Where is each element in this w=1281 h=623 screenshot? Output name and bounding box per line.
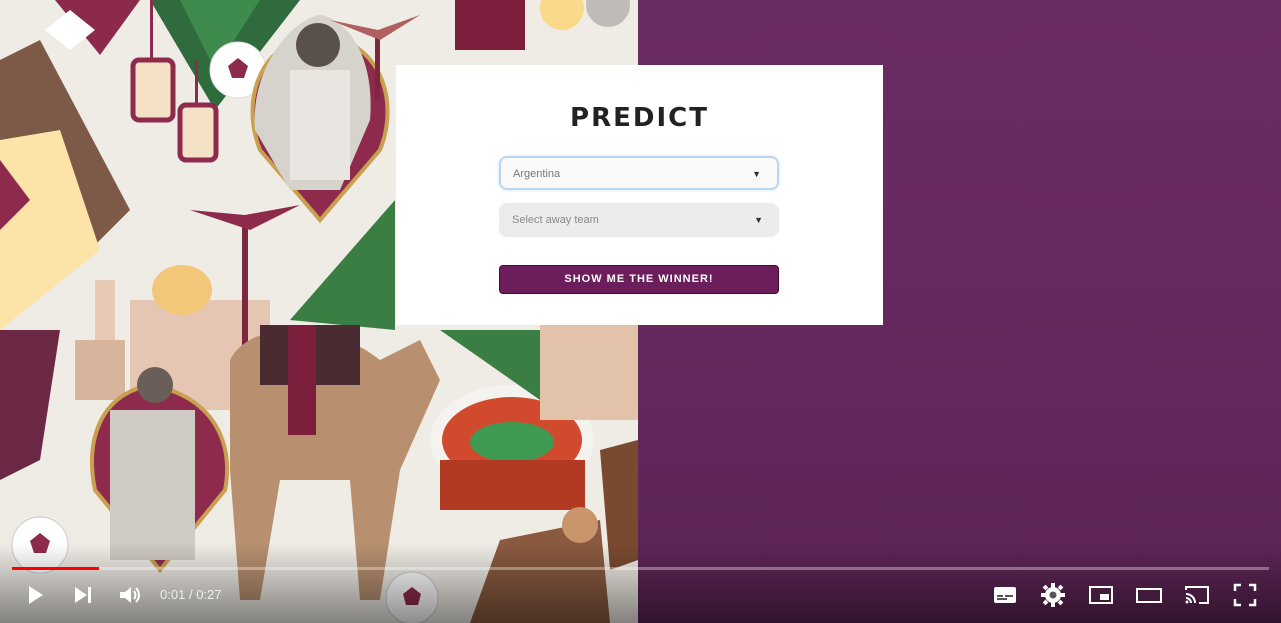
time-separator: / bbox=[188, 587, 193, 602]
show-winner-button[interactable]: SHOW ME THE WINNER! bbox=[499, 265, 779, 294]
home-team-select[interactable]: Argentina ▼ bbox=[499, 156, 779, 190]
current-time: 0:01 bbox=[160, 587, 186, 602]
play-icon[interactable] bbox=[22, 582, 48, 608]
subtitles-icon[interactable] bbox=[992, 582, 1018, 608]
settings-icon[interactable] bbox=[1040, 582, 1066, 608]
next-icon[interactable] bbox=[70, 582, 96, 608]
time-display: 0:01 / 0:27 bbox=[160, 587, 222, 602]
predict-title: PREDICT bbox=[570, 103, 709, 133]
home-team-value: Argentina bbox=[513, 168, 561, 180]
theater-icon[interactable] bbox=[1136, 582, 1162, 608]
miniplayer-icon[interactable] bbox=[1088, 582, 1114, 608]
dropdown-arrow-icon: ▼ bbox=[754, 215, 763, 225]
dropdown-arrow-icon: ▼ bbox=[752, 169, 761, 179]
duration: 0:27 bbox=[196, 587, 222, 602]
cast-icon[interactable] bbox=[1184, 582, 1210, 608]
video-player[interactable]: PREDICT Argentina ▼ Select away team ▼ S… bbox=[0, 0, 1281, 623]
progress-played bbox=[12, 567, 99, 570]
fullscreen-icon[interactable] bbox=[1232, 582, 1258, 608]
away-team-placeholder: Select away team bbox=[512, 214, 599, 226]
progress-bar[interactable] bbox=[12, 567, 1269, 570]
away-team-select[interactable]: Select away team ▼ bbox=[499, 203, 779, 237]
volume-icon[interactable] bbox=[117, 582, 143, 608]
predict-card: PREDICT Argentina ▼ Select away team ▼ S… bbox=[396, 65, 883, 325]
